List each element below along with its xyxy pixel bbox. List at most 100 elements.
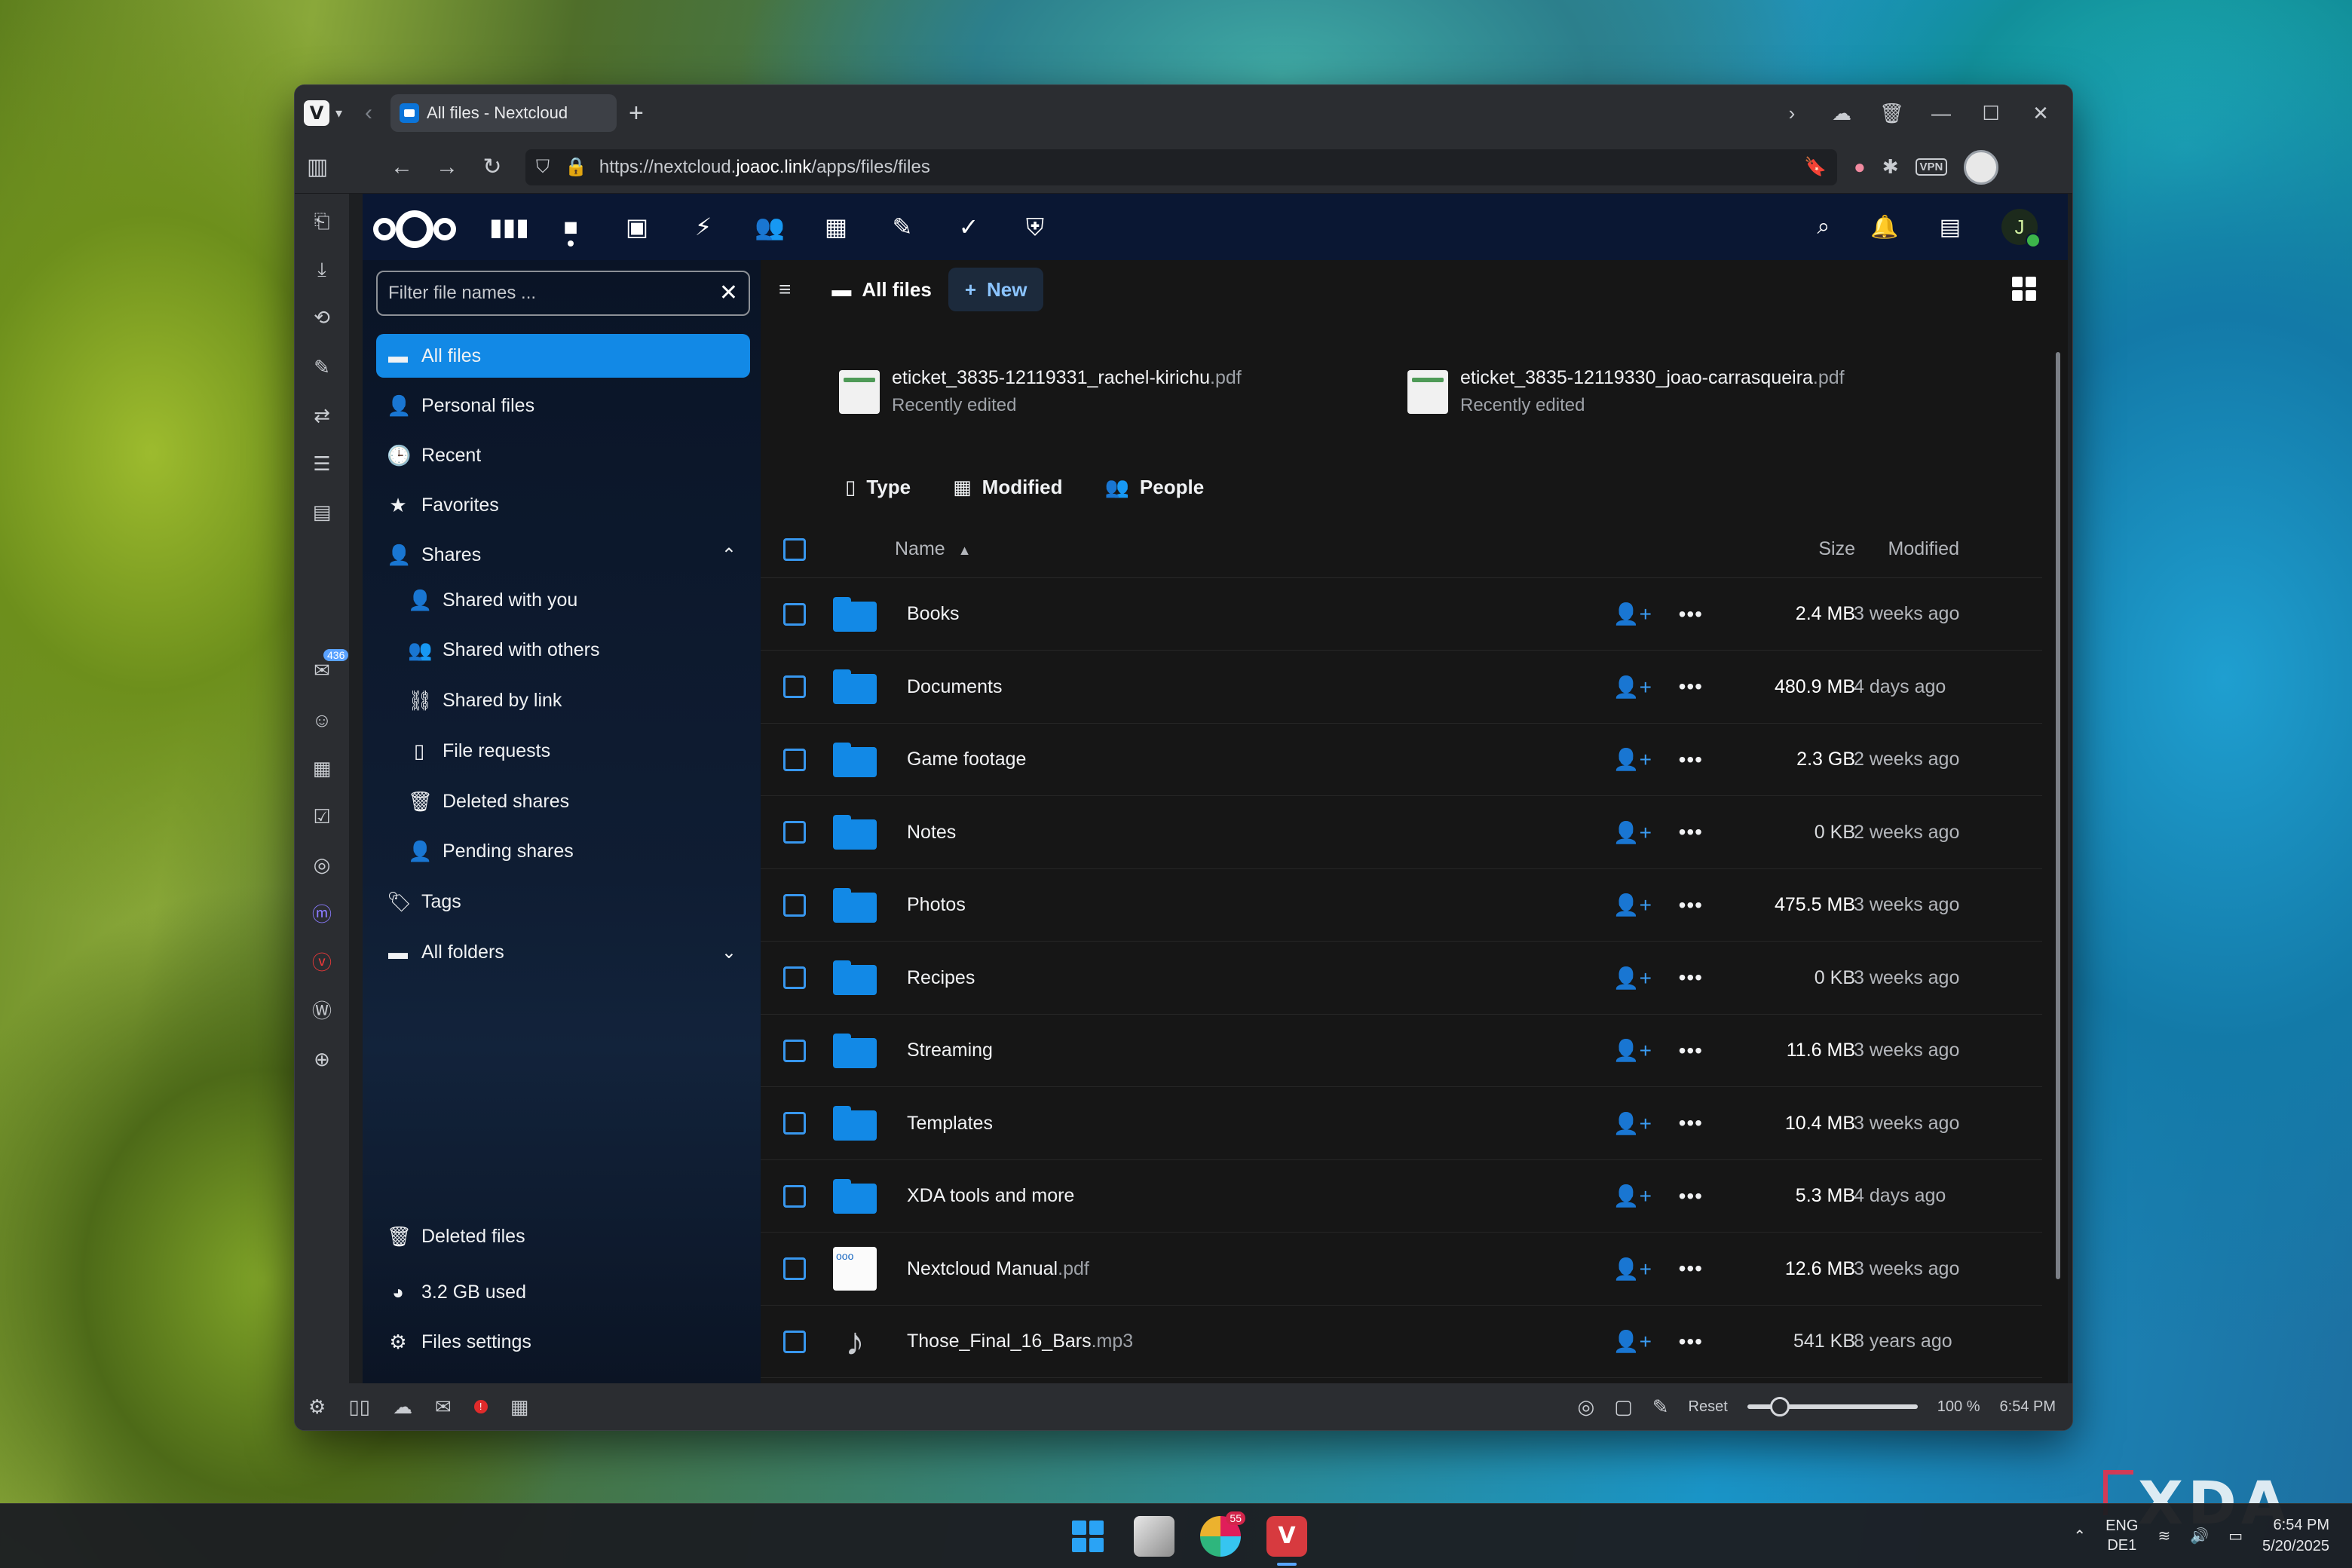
table-row[interactable]: Documents 👤+ ••• 480.9 MB 4 days ago: [761, 651, 2042, 724]
row-checkbox[interactable]: [783, 1112, 806, 1135]
downloads-panel-icon[interactable]: ⤓: [310, 257, 334, 281]
table-row[interactable]: Notes 👤+ ••• 0 KB 2 weeks ago: [761, 797, 2042, 869]
passwords-app-icon[interactable]: ⛨: [1020, 212, 1050, 242]
share-icon[interactable]: 👤+: [1613, 1184, 1652, 1208]
nav-favorites[interactable]: ★ Favorites: [376, 483, 750, 527]
share-icon[interactable]: 👤+: [1613, 966, 1652, 991]
nav-recent[interactable]: 🕒 Recent: [376, 433, 750, 477]
tab-back-icon[interactable]: ‹: [365, 100, 372, 126]
vivaldi-panel-icon[interactable]: ⓥ: [310, 951, 334, 975]
share-icon[interactable]: 👤+: [1613, 1257, 1652, 1282]
mastodon-panel-icon[interactable]: ⓜ: [310, 902, 334, 926]
more-actions-icon[interactable]: •••: [1679, 748, 1703, 772]
shield-icon[interactable]: ⛉: [536, 157, 550, 178]
url-field[interactable]: ⛉ 🔒 https://nextcloud. joaoc.link/apps/fi…: [525, 149, 1837, 185]
filter-file-names-input[interactable]: Filter file names ... ✕: [376, 271, 750, 316]
file-name[interactable]: Books: [907, 603, 959, 625]
row-checkbox[interactable]: [783, 675, 806, 698]
scrollbar-thumb[interactable]: [2056, 352, 2060, 1279]
reload-icon[interactable]: ↻: [470, 154, 515, 180]
more-actions-icon[interactable]: •••: [1679, 820, 1703, 844]
taskbar-clock[interactable]: 6:54 PM 5/20/2025: [2262, 1514, 2329, 1557]
vpn-button[interactable]: VPN: [1915, 158, 1948, 176]
file-name[interactable]: Streaming: [907, 1040, 993, 1061]
bookmark-icon[interactable]: 🔖: [1804, 156, 1827, 178]
tab-forward-icon[interactable]: ›: [1780, 102, 1804, 125]
quota-indicator[interactable]: ◕ 3.2 GB used: [376, 1270, 750, 1314]
table-row[interactable]: Templates 👤+ ••• 10.4 MB 3 weeks ago: [761, 1088, 2042, 1160]
forward-icon[interactable]: →: [424, 155, 470, 180]
nav-shared-with-others[interactable]: 👥 Shared with others: [376, 628, 750, 672]
table-row[interactable]: ooo Nextcloud Manual.pdf 👤+ ••• 12.6 MB 3 wee…: [761, 1233, 2042, 1306]
tab-active[interactable]: All files - Nextcloud: [390, 94, 617, 132]
calendar-icon[interactable]: ▦: [510, 1395, 529, 1419]
user-avatar[interactable]: J: [2001, 209, 2041, 248]
table-row[interactable]: XDA tools and more 👤+ ••• 5.3 MB 4 days ago: [761, 1160, 2042, 1233]
calendar-app-icon[interactable]: ▦: [821, 212, 851, 242]
zoom-slider-knob[interactable]: [1769, 1397, 1790, 1416]
photos-app-icon[interactable]: ▣: [622, 212, 652, 242]
calendar-panel-icon[interactable]: ▦: [310, 756, 334, 780]
search-icon[interactable]: ⌕: [1817, 214, 1830, 240]
row-checkbox[interactable]: [783, 1184, 806, 1208]
more-actions-icon[interactable]: •••: [1679, 966, 1703, 990]
row-checkbox[interactable]: [783, 1257, 806, 1280]
wifi-icon[interactable]: ≋: [2158, 1527, 2170, 1545]
tasks-app-icon[interactable]: ✓: [954, 212, 984, 242]
recent-file-card[interactable]: eticket_3835-12119331_rachel-kirichu.pdf…: [839, 367, 1242, 416]
contacts-app-icon[interactable]: 👥: [755, 212, 785, 242]
more-actions-icon[interactable]: •••: [1679, 1184, 1703, 1208]
feeds-panel-icon[interactable]: ◎: [310, 853, 334, 877]
share-icon[interactable]: 👤+: [1613, 893, 1652, 917]
scrollbar[interactable]: [2054, 329, 2062, 1377]
nav-shares[interactable]: 👤 Shares ⌃: [376, 533, 750, 577]
reading-list-icon[interactable]: ☰: [310, 452, 334, 476]
sync-cloud-icon[interactable]: ☁: [1830, 102, 1854, 125]
tiling-icon[interactable]: ▢: [1614, 1395, 1633, 1419]
file-name[interactable]: Game footage: [907, 749, 1026, 770]
profile-avatar[interactable]: [1964, 149, 1999, 185]
row-checkbox[interactable]: [783, 966, 806, 989]
nav-deleted-files[interactable]: 🗑 Deleted files: [376, 1214, 750, 1258]
dashboard-app-icon[interactable]: ▮▮▮: [489, 212, 529, 242]
grid-view-icon[interactable]: [2012, 277, 2036, 301]
window-panel-icon[interactable]: ▤: [310, 500, 334, 524]
file-name[interactable]: Those_Final_16_Bars.mp3: [907, 1331, 1133, 1352]
battery-icon[interactable]: ▭: [2228, 1527, 2243, 1545]
sort-by-name[interactable]: Name ▲: [895, 538, 971, 560]
share-icon[interactable]: 👤+: [1613, 820, 1652, 845]
mail-icon[interactable]: ✉: [435, 1395, 452, 1419]
contacts-menu-icon[interactable]: ▤: [1940, 214, 1961, 240]
sort-by-modified[interactable]: Modified: [1888, 538, 1960, 560]
close-window-icon[interactable]: ✕: [2029, 102, 2053, 125]
file-name[interactable]: Notes: [907, 822, 956, 844]
wikipedia-panel-icon[interactable]: Ⓦ: [310, 999, 334, 1023]
tray-overflow-icon[interactable]: ⌃: [2073, 1527, 2086, 1545]
panel-layout-icon[interactable]: ▯▯: [348, 1395, 370, 1419]
contacts-panel-icon[interactable]: ☺: [310, 708, 334, 732]
activity-app-icon[interactable]: ⚡: [688, 212, 718, 242]
nav-deleted-shares[interactable]: 🗑 Deleted shares: [376, 779, 750, 823]
more-actions-icon[interactable]: •••: [1679, 893, 1703, 917]
task-view-icon[interactable]: [1134, 1516, 1174, 1557]
nav-all-folders[interactable]: ▬ All folders ⌄: [376, 930, 750, 974]
extensions-icon[interactable]: ✱: [1882, 155, 1899, 179]
notes-app-icon[interactable]: ✎: [887, 212, 917, 242]
nav-pending-shares[interactable]: 👤 Pending shares: [376, 829, 750, 873]
table-row[interactable]: ♪ Those_Final_16_Bars.mp3 👤+ ••• 541 KB 8 yea…: [761, 1306, 2042, 1378]
file-name[interactable]: Photos: [907, 894, 966, 916]
zoom-slider[interactable]: [1747, 1397, 1918, 1416]
modified-filter-button[interactable]: ▦ Modified: [953, 476, 1062, 499]
row-checkbox[interactable]: [783, 1330, 806, 1353]
select-all-checkbox[interactable]: [783, 537, 806, 561]
notifications-icon[interactable]: 🔔: [1870, 214, 1898, 240]
sync-icon[interactable]: ☁: [393, 1395, 412, 1419]
nav-shared-with-you[interactable]: 👤 Shared with you: [376, 578, 750, 622]
share-icon[interactable]: 👤+: [1613, 747, 1652, 772]
share-icon[interactable]: 👤+: [1613, 1038, 1652, 1063]
row-checkbox[interactable]: [783, 748, 806, 771]
more-actions-icon[interactable]: •••: [1679, 1111, 1703, 1135]
chevron-down-icon[interactable]: ⌄: [721, 942, 737, 963]
row-checkbox[interactable]: [783, 602, 806, 626]
extension-brain-icon[interactable]: ●: [1854, 155, 1866, 179]
